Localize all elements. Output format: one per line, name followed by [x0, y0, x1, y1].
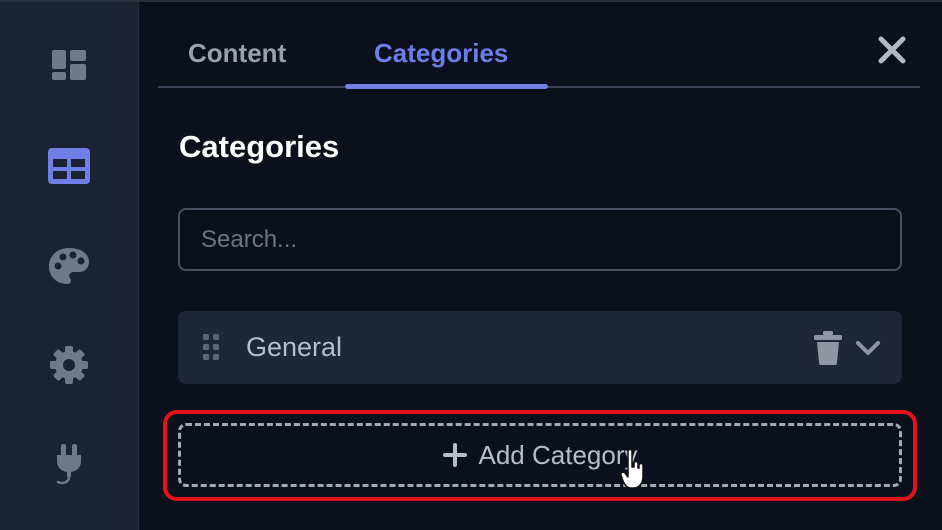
app-window: Content Categories Categories General: [0, 0, 942, 530]
sidebar-item-settings[interactable]: [46, 342, 92, 388]
plug-icon: [56, 444, 81, 485]
sidebar-item-plugins[interactable]: [46, 442, 92, 488]
drag-handle-icon[interactable]: [201, 333, 221, 361]
table-icon: [48, 148, 90, 184]
tab-content[interactable]: Content: [188, 38, 286, 88]
add-category-label: Add Category: [478, 439, 638, 470]
hand-cursor-icon: [620, 448, 644, 489]
section-title: Categories: [179, 129, 340, 164]
tab-bar: Content Categories: [158, 30, 920, 89]
trash-icon[interactable]: [814, 331, 842, 365]
add-category-button[interactable]: Add Category: [178, 423, 902, 487]
active-tab-indicator: [345, 84, 548, 89]
search-input[interactable]: [178, 208, 902, 271]
close-icon: [878, 36, 906, 64]
category-item[interactable]: General: [178, 311, 902, 384]
chevron-down-icon[interactable]: [854, 337, 882, 359]
plus-icon: [442, 443, 467, 467]
tab-categories[interactable]: Categories: [374, 38, 508, 88]
sidebar: [0, 2, 139, 530]
category-label: General: [246, 332, 343, 362]
sidebar-item-appearance[interactable]: [46, 243, 92, 289]
sidebar-item-dashboard[interactable]: [46, 42, 92, 88]
close-button[interactable]: [876, 34, 908, 66]
gear-icon: [50, 346, 88, 384]
sidebar-item-table[interactable]: [46, 143, 92, 189]
dashboard-icon: [52, 50, 86, 80]
palette-icon: [49, 248, 89, 284]
